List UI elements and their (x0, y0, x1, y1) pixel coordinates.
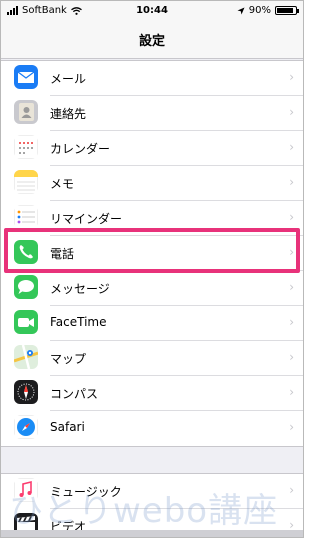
bottom-edge (1, 530, 303, 537)
battery-percent: 90% (248, 5, 271, 16)
chevron-right-icon: › (289, 280, 294, 294)
compass-icon (14, 380, 38, 404)
chevron-right-icon: › (289, 175, 294, 189)
reminders-icon (14, 205, 38, 229)
navigation-bar: 設定 (1, 21, 303, 59)
chevron-right-icon: › (289, 315, 294, 329)
settings-row-label: メール (50, 72, 87, 86)
battery-icon (275, 6, 299, 15)
settings-row-label: メッセージ (50, 282, 110, 296)
page-title: 設定 (138, 34, 165, 49)
facetime-icon (14, 310, 38, 334)
chevron-right-icon: › (289, 420, 294, 434)
settings-row-notes[interactable]: メモ › (1, 166, 303, 201)
notes-icon (14, 170, 38, 194)
settings-row-facetime[interactable]: FaceTime › (1, 306, 303, 341)
watermark: ひとりwebo講座 (9, 491, 279, 531)
maps-icon (14, 345, 38, 369)
settings-row-calendar[interactable]: カレンダー › (1, 131, 303, 166)
settings-row-label: 連絡先 (50, 107, 87, 121)
settings-row-safari[interactable]: Safari › (1, 411, 303, 446)
settings-row-label: FaceTime (50, 315, 107, 329)
settings-row-label: リマインダー (50, 212, 123, 226)
chevron-right-icon: › (289, 210, 294, 224)
location-arrow-icon (237, 7, 245, 14)
settings-row-maps[interactable]: マップ › (1, 341, 303, 376)
settings-row-label: Safari (50, 420, 85, 434)
calendar-icon (14, 135, 38, 159)
highlight-frame (4, 228, 300, 273)
chevron-right-icon: › (289, 385, 294, 399)
settings-row-label: カレンダー (50, 142, 111, 156)
settings-row-label: コンパス (50, 387, 99, 401)
settings-row-label: メモ (50, 177, 75, 191)
settings-screen: SoftBank 10:44 90% 設定 メール › 連絡先 › カレンダー › メモ › リ… (0, 0, 304, 538)
contacts-icon (14, 100, 38, 124)
chevron-right-icon: › (289, 70, 294, 84)
status-bar: SoftBank 10:44 90% (1, 1, 303, 21)
settings-row-messages[interactable]: メッセージ › (1, 271, 303, 306)
chevron-right-icon: › (289, 350, 294, 364)
chevron-right-icon: › (289, 483, 294, 497)
chevron-right-icon: › (289, 140, 294, 154)
settings-row-label: マップ (50, 352, 87, 366)
mail-icon (14, 65, 38, 89)
safari-icon (14, 415, 38, 439)
settings-row-compass[interactable]: コンパス › (1, 376, 303, 411)
messages-icon (14, 275, 38, 299)
settings-row-mail[interactable]: メール › (1, 61, 303, 96)
chevron-right-icon: › (289, 105, 294, 119)
settings-row-contacts[interactable]: 連絡先 › (1, 96, 303, 131)
